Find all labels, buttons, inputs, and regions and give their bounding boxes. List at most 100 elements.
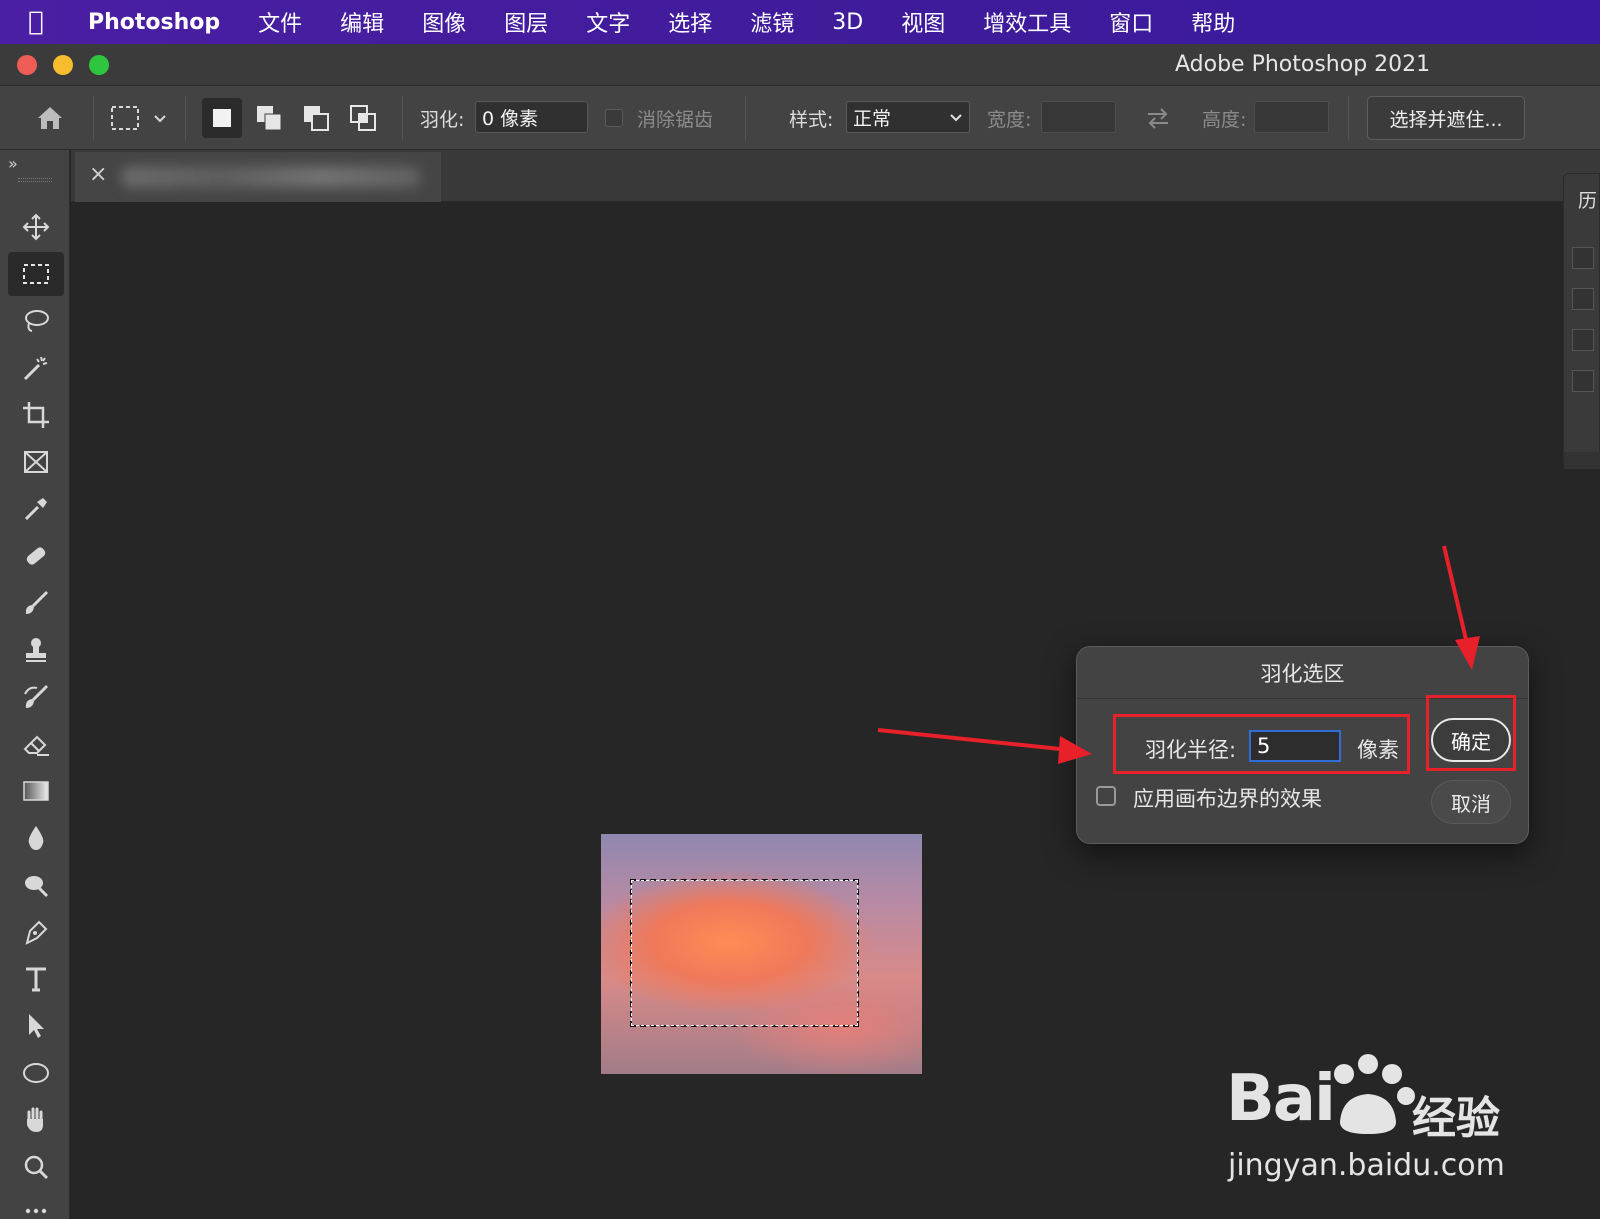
history-brush-tool[interactable] — [8, 675, 64, 719]
lasso-icon — [25, 310, 49, 332]
antialias-checkbox[interactable] — [605, 109, 623, 127]
home-button[interactable] — [34, 86, 66, 150]
subtract-from-selection-button[interactable] — [296, 98, 336, 138]
tab-close-icon[interactable]: × — [89, 162, 107, 187]
dodge-icon — [25, 876, 49, 898]
history-panel-footer — [1564, 452, 1600, 469]
gradient-tool[interactable] — [8, 769, 64, 813]
panel-collapse-icon[interactable]: » — [8, 154, 18, 173]
select-and-mask-button[interactable]: 选择并遮住... — [1367, 96, 1525, 140]
menu-type[interactable]: 文字 — [586, 6, 630, 38]
height-input[interactable] — [1254, 101, 1329, 133]
options-bar: 羽化: 0 像素 消除锯齿 样式: 正常 宽度: 高度: 选择并遮住... — [0, 86, 1600, 150]
intersect-selection-button[interactable] — [343, 98, 383, 138]
more-tools-button[interactable] — [8, 1192, 64, 1219]
type-tool[interactable] — [8, 957, 64, 1001]
rectangular-marquee-tool[interactable] — [8, 252, 64, 296]
healing-brush-tool[interactable] — [8, 534, 64, 578]
brush-icon — [25, 590, 49, 614]
history-panel[interactable]: 历 — [1563, 173, 1600, 469]
height-label: 高度: — [1202, 108, 1247, 131]
eyedropper-icon — [24, 498, 47, 521]
style-select[interactable]: 正常 — [846, 101, 970, 133]
watermark-logo-text: Bai — [1226, 1062, 1336, 1136]
frame-icon — [24, 451, 48, 473]
document-tab[interactable]: × — [75, 152, 441, 202]
history-row[interactable] — [1572, 329, 1594, 351]
menu-help[interactable]: 帮助 — [1191, 6, 1235, 38]
brush-tool[interactable] — [8, 581, 64, 625]
menu-app-name[interactable]: Photoshop — [88, 10, 220, 35]
blur-tool[interactable] — [8, 816, 64, 860]
window-maximize-button[interactable] — [89, 55, 109, 75]
width-input[interactable] — [1041, 101, 1116, 133]
stamp-icon — [26, 638, 46, 662]
magic-wand-icon — [23, 356, 48, 381]
move-icon — [22, 213, 50, 241]
history-panel-title: 历 — [1578, 190, 1598, 212]
hand-tool[interactable] — [8, 1098, 64, 1142]
annotation-box-ok — [1426, 695, 1516, 771]
menu-select[interactable]: 选择 — [668, 6, 712, 38]
chevron-down-icon — [950, 114, 962, 122]
eraser-tool[interactable] — [8, 722, 64, 766]
ellipse-tool[interactable] — [8, 1051, 64, 1095]
new-selection-icon — [213, 109, 231, 127]
arrow-cursor-icon — [29, 1014, 44, 1038]
swap-arrows-icon — [1148, 108, 1168, 129]
menu-window[interactable]: 窗口 — [1109, 6, 1153, 38]
crop-tool[interactable] — [8, 393, 64, 437]
ellipse-icon — [23, 1063, 49, 1083]
window-minimize-button[interactable] — [53, 55, 73, 75]
dodge-tool[interactable] — [8, 863, 64, 907]
history-row[interactable] — [1572, 288, 1594, 310]
type-icon — [26, 967, 46, 992]
canvas-image[interactable] — [601, 834, 922, 1074]
bandage-icon — [26, 547, 46, 565]
apple-logo-icon[interactable]:  — [28, 7, 88, 37]
history-row[interactable] — [1572, 370, 1594, 392]
menu-view[interactable]: 视图 — [901, 6, 945, 38]
history-row[interactable] — [1572, 247, 1594, 269]
lasso-tool[interactable] — [8, 299, 64, 343]
menu-plugins[interactable]: 增效工具 — [983, 6, 1071, 38]
chevron-down-icon — [154, 115, 166, 123]
menu-layer[interactable]: 图层 — [504, 6, 548, 38]
zoom-tool[interactable] — [8, 1145, 64, 1189]
menu-filter[interactable]: 滤镜 — [750, 6, 794, 38]
watermark-brand-text: 经验 — [1412, 1093, 1500, 1144]
cancel-button[interactable]: 取消 — [1431, 780, 1511, 824]
swap-dimensions-button[interactable] — [1144, 86, 1172, 150]
gradient-icon — [23, 781, 49, 801]
crop-icon — [23, 402, 49, 428]
magic-wand-tool[interactable] — [8, 346, 64, 390]
grip-handle[interactable] — [18, 178, 52, 182]
frame-tool[interactable] — [8, 440, 64, 484]
menu-3d[interactable]: 3D — [832, 10, 863, 35]
selection-marquee[interactable] — [630, 879, 859, 1027]
path-selection-tool[interactable] — [8, 1004, 64, 1048]
pen-tool[interactable] — [8, 910, 64, 954]
home-icon — [38, 107, 62, 129]
dialog-title: 羽化选区 — [1077, 647, 1528, 699]
annotation-arrow-left — [877, 728, 1092, 764]
annotation-box-radius — [1113, 714, 1410, 774]
menu-edit[interactable]: 编辑 — [340, 6, 384, 38]
menu-image[interactable]: 图像 — [422, 6, 466, 38]
ellipsis-icon — [25, 1208, 47, 1214]
baidu-jingyan-watermark: Bai 经验 jingyan.baidu.com — [1226, 1052, 1546, 1192]
window-close-button[interactable] — [17, 55, 37, 75]
tool-preset-picker[interactable] — [110, 86, 168, 150]
window-title: Adobe Photoshop 2021 — [1175, 52, 1431, 77]
document-tab-strip: × — [71, 150, 1600, 202]
feather-input[interactable]: 0 像素 — [475, 101, 588, 133]
clone-stamp-tool[interactable] — [8, 628, 64, 672]
eyedropper-tool[interactable] — [8, 487, 64, 531]
apply-canvas-bounds-checkbox[interactable] — [1096, 786, 1116, 806]
add-to-selection-button[interactable] — [249, 98, 289, 138]
add-selection-icon — [257, 106, 282, 131]
pen-icon — [25, 920, 48, 945]
new-selection-button[interactable] — [202, 98, 242, 138]
move-tool[interactable] — [8, 205, 64, 249]
menu-file[interactable]: 文件 — [258, 6, 302, 38]
